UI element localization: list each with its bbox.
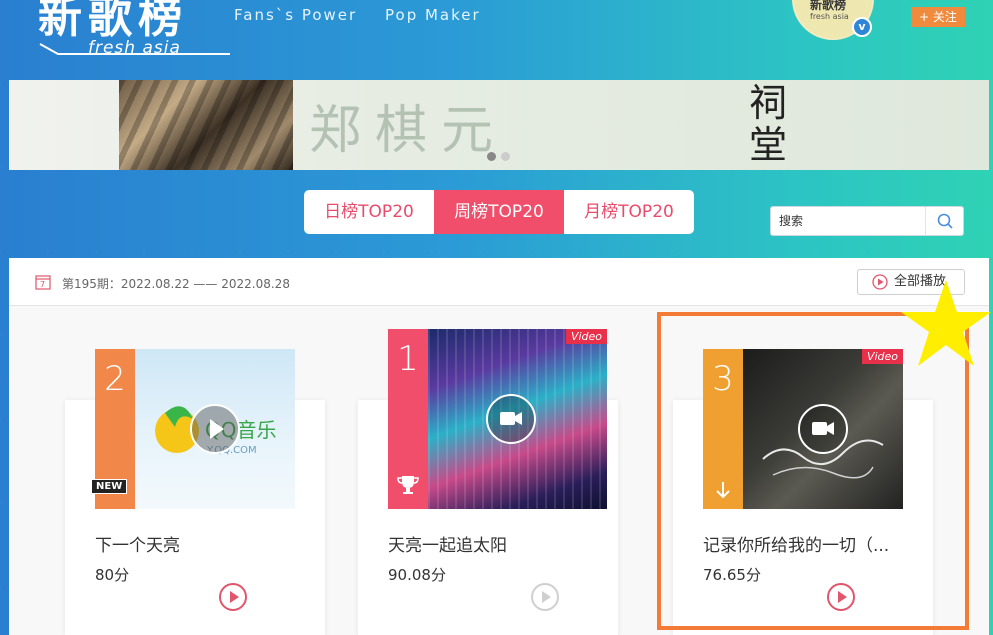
song-title[interactable]: 下一个天亮 [95, 531, 180, 556]
new-badge: NEW [91, 479, 128, 494]
tagline-pop-maker: Pop Maker [385, 6, 481, 24]
verified-icon: v [852, 17, 872, 37]
banner-artist-photo [119, 80, 293, 170]
rank-badge: 2 NEW [91, 349, 135, 509]
search-icon [937, 213, 953, 229]
period-bar: 7 第195期：2022.08.22 —— 2022.08.28 全部播放 [9, 258, 989, 306]
search-button[interactable] [925, 207, 963, 235]
play-icon-disabled[interactable] [530, 582, 560, 612]
follow-button[interactable]: + 关注 [911, 7, 965, 27]
svg-text:7: 7 [40, 280, 45, 289]
play-circle-icon [872, 274, 888, 290]
carousel-dot[interactable] [501, 152, 510, 161]
song-score: 80分 [95, 566, 130, 584]
avatar-subtitle: fresh asia [810, 12, 849, 21]
trophy-icon [397, 476, 419, 494]
rank-badge: 1 [388, 329, 428, 509]
rank-number: 1 [397, 339, 419, 379]
play-overlay-button[interactable] [190, 404, 240, 454]
tab-weekly[interactable]: 周榜TOP20 [434, 190, 564, 234]
period-text: 第195期：2022.08.22 —— 2022.08.28 [62, 277, 290, 291]
banner-carousel[interactable]: 郑棋元 祠堂 [9, 80, 989, 170]
carousel-dot-active[interactable] [487, 152, 496, 161]
rank-number: 2 [104, 359, 126, 399]
song-cover[interactable]: Video [428, 329, 607, 509]
logo-frame-icon [39, 43, 230, 55]
search-input[interactable] [771, 207, 926, 235]
tab-daily[interactable]: 日榜TOP20 [304, 190, 434, 234]
site-logo[interactable]: 新歌榜 fresh asia [38, 0, 233, 60]
banner-song-title: 祠堂 [749, 81, 788, 167]
video-tag: Video [565, 329, 607, 344]
calendar-icon: 7 [35, 275, 51, 290]
song-title[interactable]: 天亮一起追太阳 [388, 531, 507, 556]
tagline-fans-power: Fans`s Power [234, 6, 358, 24]
play-icon [210, 419, 224, 439]
tab-monthly[interactable]: 月榜TOP20 [564, 190, 694, 234]
song-cover[interactable]: QQ音乐 Y.QQ.COM [135, 349, 295, 509]
star-icon [901, 280, 991, 366]
chart-tabs: 日榜TOP20 周榜TOP20 月榜TOP20 [304, 190, 694, 234]
song-score: 90.08分 [388, 566, 446, 584]
video-play-button[interactable] [486, 394, 536, 444]
play-icon[interactable] [218, 582, 248, 612]
video-camera-icon [500, 412, 522, 425]
banner-artist-name: 郑棋元 [309, 101, 508, 161]
search-box [770, 206, 964, 236]
